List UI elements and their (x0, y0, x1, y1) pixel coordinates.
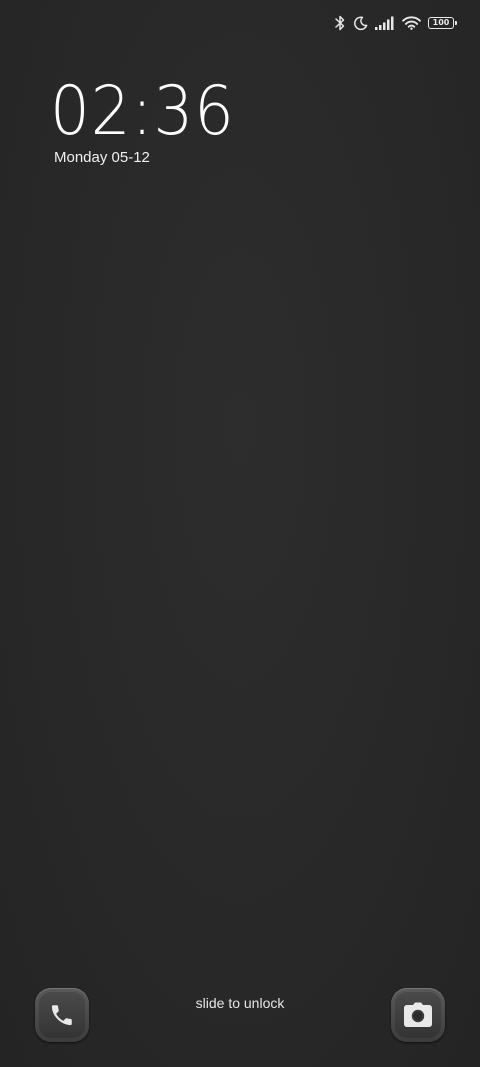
wifi-icon (402, 16, 421, 30)
camera-shortcut-button[interactable] (391, 988, 445, 1042)
lock-screen: 100 02:36 Monday 05-12 slide to unlock (0, 0, 480, 1067)
lock-date: Monday 05-12 (54, 149, 150, 166)
moon-icon (353, 15, 368, 31)
battery-level: 100 (432, 18, 450, 27)
lock-clock: 02:36 (50, 72, 235, 151)
battery-icon: 100 (428, 17, 457, 29)
bluetooth-icon (334, 15, 346, 31)
signal-icon (375, 16, 395, 30)
status-bar: 100 (334, 12, 457, 34)
phone-icon (51, 1005, 72, 1026)
camera-icon (404, 1002, 432, 1027)
